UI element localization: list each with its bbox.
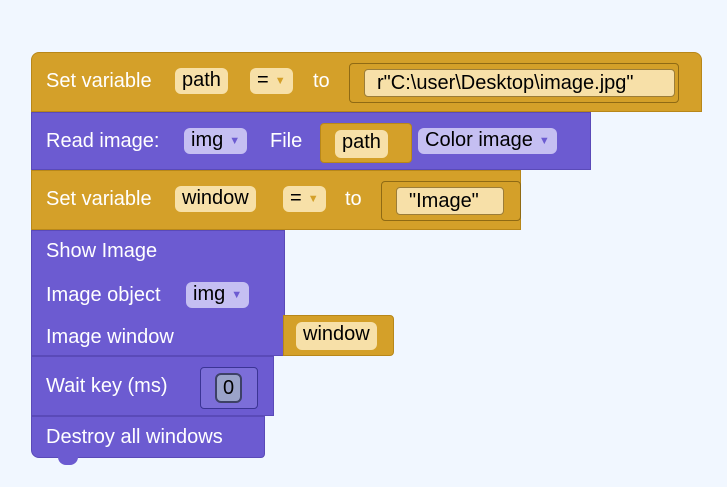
read-image-block[interactable]: Read image: img ▼ File path Color image ▼	[31, 112, 591, 170]
file-path-socket[interactable]: path	[320, 123, 412, 163]
wait-key-label: Wait key (ms)	[46, 375, 168, 397]
wait-key-value[interactable]: 0	[215, 373, 243, 403]
window-variable-value[interactable]: window	[296, 322, 377, 350]
variable-name-path[interactable]: path	[175, 68, 228, 94]
dropdown-arrow-icon: ▼	[231, 288, 243, 301]
show-image-block[interactable]: Show Image Image object img ▼ Image windo…	[31, 230, 285, 356]
window-variable-socket[interactable]: window	[283, 315, 394, 356]
wait-key-block[interactable]: Wait key (ms) 0	[31, 356, 274, 416]
path-string-input[interactable]: r"C:\user\Desktop\image.jpg"	[349, 63, 679, 103]
destroy-label: Destroy all windows	[46, 426, 223, 448]
set-variable-path-block[interactable]: Set variable path = ▼ to r"C:\user\Deskto…	[31, 52, 702, 112]
set-variable-label: Set variable	[46, 188, 152, 210]
image-object-dropdown[interactable]: img ▼	[186, 282, 250, 308]
window-string-input[interactable]: "Image"	[381, 181, 521, 221]
dropdown-arrow-icon: ▼	[229, 134, 241, 147]
wait-key-socket[interactable]: 0	[200, 367, 258, 409]
to-label: to	[313, 70, 330, 92]
read-image-label: Read image:	[46, 130, 160, 152]
destroy-all-windows-block[interactable]: Destroy all windows	[31, 416, 265, 458]
operator-dropdown[interactable]: = ▼	[250, 68, 293, 94]
image-variable-dropdown[interactable]: img ▼	[184, 128, 248, 154]
file-label: File	[270, 130, 303, 152]
color-mode-dropdown[interactable]: Color image ▼	[418, 128, 557, 154]
set-variable-label: Set variable	[46, 70, 152, 92]
block-bottom-notch	[58, 457, 78, 465]
image-object-label: Image object	[46, 284, 161, 306]
window-string-value[interactable]: "Image"	[402, 189, 486, 213]
to-label: to	[345, 188, 362, 210]
image-window-label: Image window	[46, 326, 174, 348]
path-string-value[interactable]: r"C:\user\Desktop\image.jpg"	[370, 71, 641, 95]
dropdown-arrow-icon: ▼	[274, 74, 286, 87]
dropdown-arrow-icon: ▼	[307, 192, 319, 205]
file-path-variable[interactable]: path	[335, 130, 388, 158]
dropdown-arrow-icon: ▼	[538, 134, 550, 147]
variable-name-window[interactable]: window	[175, 186, 256, 212]
operator-dropdown[interactable]: = ▼	[283, 186, 326, 212]
show-image-title: Show Image	[46, 240, 158, 262]
set-variable-window-block[interactable]: Set variable window = ▼ to "Image"	[31, 170, 521, 230]
